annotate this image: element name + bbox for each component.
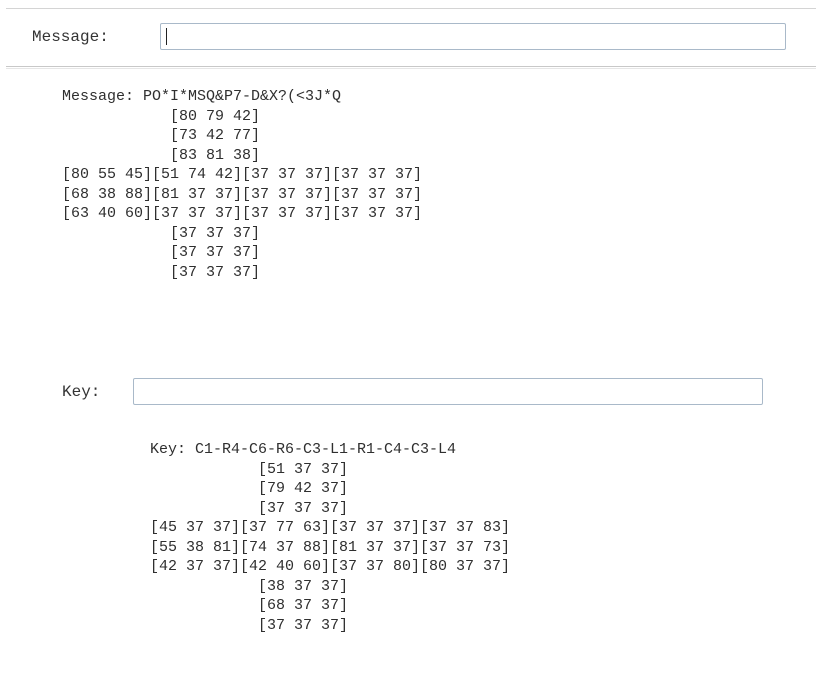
message-input[interactable] — [160, 23, 786, 50]
key-cube-line: [38 37 37] — [150, 577, 349, 595]
message-output-heading: Message: PO*I*MSQ&P7-D&X?(<3J*Q — [62, 88, 342, 105]
key-cube-line: [45 37 37][37 77 63][37 37 37][37 37 83] — [150, 519, 511, 536]
message-cube-line: [68 38 88][81 37 37][37 37 37][37 37 37] — [62, 185, 423, 203]
message-cube-line: [73 42 77] — [62, 127, 261, 144]
key-cube-line: [79 42 37] — [150, 480, 349, 497]
key-cube-line: [55 38 81][74 37 88][81 37 37][37 37 73] — [150, 538, 511, 556]
key-output: Key: C1-R4-C6-R6-C3-L1-R1-C4-C3-L4 [51 3… — [150, 440, 510, 635]
key-cube-line: [37 37 37] — [150, 616, 349, 634]
key-cube-line: [37 37 37] — [150, 499, 349, 517]
message-cube-line: [37 37 37] — [62, 224, 261, 242]
message-cube-line: [37 37 37] — [62, 263, 261, 281]
key-cube-line: [68 37 37] — [150, 597, 349, 614]
message-cube-line: [80 55 45][51 74 42][37 37 37][37 37 37] — [62, 166, 423, 183]
message-cube-line: [63 40 60][37 37 37][37 37 37][37 37 37] — [62, 205, 423, 222]
top-divider — [6, 8, 816, 9]
section-divider — [6, 66, 816, 67]
text-caret — [166, 28, 167, 45]
message-cube-line: [37 37 37] — [62, 244, 261, 261]
message-cube-line: [80 79 42] — [62, 107, 261, 125]
message-output: Message: PO*I*MSQ&P7-D&X?(<3J*Q [80 79 4… — [62, 87, 422, 282]
message-label: Message: — [32, 28, 109, 46]
section-divider-shadow — [6, 68, 816, 69]
key-output-heading: Key: C1-R4-C6-R6-C3-L1-R1-C4-C3-L4 — [150, 441, 457, 458]
key-cube-line: [51 37 37] — [150, 460, 349, 478]
message-cube-line: [83 81 38] — [62, 146, 261, 164]
key-label: Key: — [62, 383, 101, 401]
key-input[interactable] — [133, 378, 763, 405]
key-cube-line: [42 37 37][42 40 60][37 37 80][80 37 37] — [150, 558, 511, 575]
